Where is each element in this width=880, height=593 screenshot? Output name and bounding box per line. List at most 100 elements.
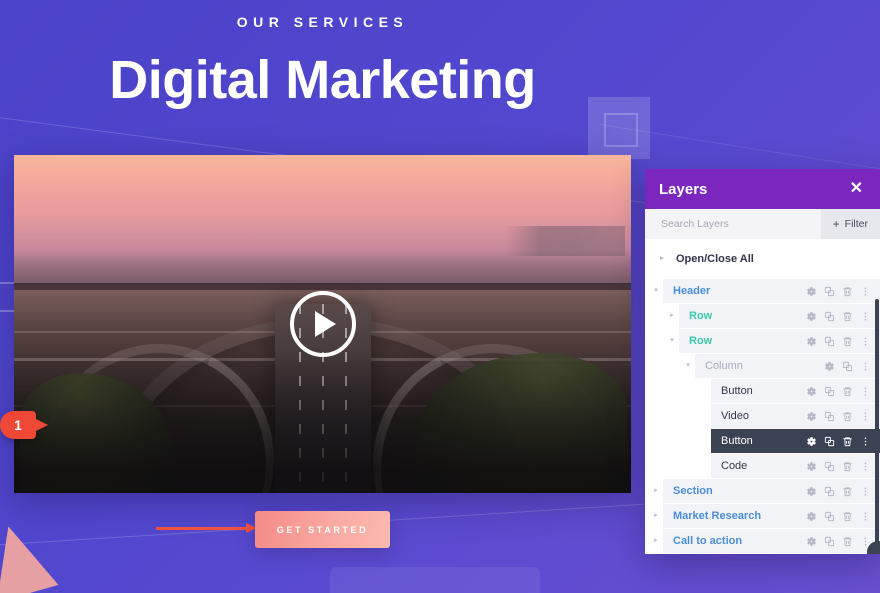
layer-row-row[interactable]: ▾ Row [645,329,880,353]
duplicate-icon[interactable] [824,411,835,422]
layer-row-body[interactable]: Button [711,429,880,453]
duplicate-icon[interactable] [842,361,853,372]
duplicate-icon[interactable] [824,311,835,322]
gear-icon[interactable] [806,436,817,447]
layer-row-actions [806,386,880,397]
layer-row-body[interactable]: Section [663,479,880,503]
layer-row-button[interactable]: Button [645,379,880,403]
video-module[interactable] [14,155,631,493]
trash-icon[interactable] [842,311,853,322]
layer-row-row[interactable]: ▸ Row [645,304,880,328]
trash-icon[interactable] [842,386,853,397]
more-vertical-icon[interactable] [860,486,871,497]
filter-button[interactable]: + Filter [820,209,880,239]
layer-row-video[interactable]: Video [645,404,880,428]
gear-icon[interactable] [806,511,817,522]
trash-icon[interactable] [842,486,853,497]
panel-scrollbar[interactable] [875,299,879,554]
layer-row-label: Call to action [673,535,743,547]
page-title: Digital Marketing [109,50,536,110]
more-vertical-icon[interactable] [860,511,871,522]
layer-row-actions [806,411,880,422]
layer-row-body[interactable]: Call to action [663,529,880,553]
layer-row-market-research[interactable]: ▸ Market Research [645,504,880,528]
gear-icon[interactable] [806,536,817,547]
more-vertical-icon[interactable] [860,286,871,297]
layer-row-call-to-action[interactable]: ▸ Call to action [645,529,880,553]
duplicate-icon[interactable] [824,286,835,297]
layer-row-column[interactable]: ▾ Column [645,354,880,378]
more-vertical-icon[interactable] [860,461,871,472]
more-vertical-icon[interactable] [860,386,871,397]
gear-icon[interactable] [806,336,817,347]
gear-icon[interactable] [824,361,835,372]
layer-row-label: Header [673,285,711,297]
duplicate-icon[interactable] [824,511,835,522]
callout-marker-1: 1 [0,411,48,439]
duplicate-icon[interactable] [824,436,835,447]
layer-row-body[interactable]: Button [711,379,880,403]
foreground-shadow [14,351,631,493]
duplicate-icon[interactable] [824,461,835,472]
gear-icon[interactable] [806,486,817,497]
layer-row-actions [824,361,880,372]
layer-row-label: Code [721,460,748,472]
layer-row-label: Row [689,310,713,322]
layer-row-body[interactable]: Row [679,329,880,353]
gear-icon[interactable] [806,311,817,322]
layers-list: ▾ Header ▸ Row ▾ Row ▾ Column Button Video Button C… [645,279,880,553]
more-vertical-icon[interactable] [860,336,871,347]
layer-row-body[interactable]: Row [679,304,880,328]
chevron-right-icon[interactable]: ▸ [649,529,663,553]
search-input[interactable] [661,218,801,230]
trash-icon[interactable] [842,286,853,297]
duplicate-icon[interactable] [824,336,835,347]
chevron-right-icon[interactable]: ▸ [665,304,679,328]
hero-eyebrow: OUR SERVICES [236,14,409,30]
trash-icon[interactable] [842,436,853,447]
trash-icon[interactable] [842,536,853,547]
layer-row-label: Button [721,385,753,397]
chevron-down-icon[interactable]: ▾ [665,329,679,353]
duplicate-icon[interactable] [824,486,835,497]
chevron-down-icon[interactable]: ▾ [681,354,695,378]
chevron-right-icon[interactable]: ▸ [649,479,663,503]
gear-icon[interactable] [806,461,817,472]
page-root: OUR SERVICES Digital Marketing GET START… [0,0,880,593]
trash-icon[interactable] [842,411,853,422]
more-vertical-icon[interactable] [860,411,871,422]
decorative-glow [330,567,540,593]
layer-row-body[interactable]: Column [695,354,880,378]
more-vertical-icon[interactable] [860,436,871,447]
layer-row-header[interactable]: ▾ Header [645,279,880,303]
gear-icon[interactable] [806,286,817,297]
layer-row-button[interactable]: Button [645,429,880,453]
layer-row-section[interactable]: ▸ Section [645,479,880,503]
layer-row-body[interactable]: Header [663,279,880,303]
chevron-down-icon[interactable]: ▾ [649,279,663,303]
trash-icon[interactable] [842,461,853,472]
duplicate-icon[interactable] [824,386,835,397]
layer-row-body[interactable]: Video [711,404,880,428]
get-started-button[interactable]: GET STARTED [255,511,390,548]
layer-row-actions [806,511,880,522]
play-triangle [314,311,336,337]
gear-icon[interactable] [806,386,817,397]
chevron-right-icon[interactable]: ▸ [649,504,663,528]
open-close-all-toggle[interactable]: ▸ Open/Close All [645,239,880,279]
gear-icon[interactable] [806,411,817,422]
open-close-all-label: Open/Close All [676,253,754,265]
layer-row-body[interactable]: Market Research [663,504,880,528]
play-icon[interactable] [289,291,356,357]
layer-row-code[interactable]: Code [645,454,880,478]
trash-icon[interactable] [842,336,853,347]
trash-icon[interactable] [842,511,853,522]
close-icon[interactable]: ✕ [847,179,866,199]
more-vertical-icon[interactable] [860,361,871,372]
more-vertical-icon[interactable] [860,311,871,322]
layer-row-body[interactable]: Code [711,454,880,478]
layer-row-label: Column [705,360,743,372]
plus-icon: + [832,217,840,231]
duplicate-icon[interactable] [824,536,835,547]
layer-row-actions [806,311,880,322]
